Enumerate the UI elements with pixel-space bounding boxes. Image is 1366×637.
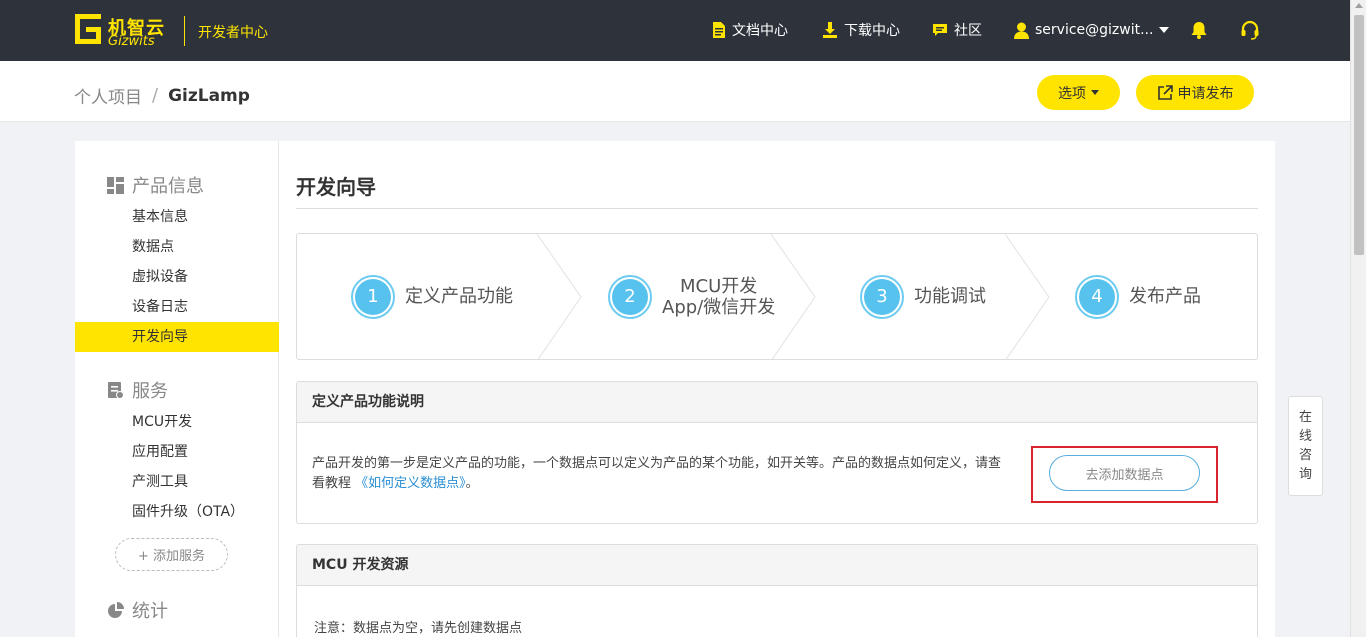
sidebar-item-virtual-device[interactable]: 虚拟设备 (75, 262, 279, 292)
scroll-thumb[interactable] (1354, 15, 1364, 255)
dashboard-icon (107, 176, 124, 194)
page-title: 开发向导 (296, 175, 376, 199)
top-navbar: 机智云 Gizwits 开发者中心 文档中心 下载中心 社区 service@g… (0, 0, 1350, 61)
step-3-label: 功能调试 (914, 286, 986, 307)
nav-community-label: 社区 (954, 23, 982, 39)
download-icon (823, 22, 837, 38)
publish-label: 申请发布 (1177, 85, 1234, 102)
user-icon (1014, 22, 1029, 39)
mcu-resources-card: MCU 开发资源 注意：数据点为空，请先创建数据点 (296, 544, 1258, 637)
logo-divider (184, 16, 185, 46)
nav-docs[interactable]: 文档中心 (712, 20, 788, 40)
gizwits-logo-icon (75, 14, 101, 44)
sidebar: 产品信息 基本信息 数据点 虚拟设备 设备日志 开发向导 服务 MCU开发 应用… (75, 141, 279, 637)
gizwits-logo[interactable]: 机智云 Gizwits (74, 12, 174, 49)
external-link-icon (1157, 84, 1173, 100)
options-button[interactable]: 选项 (1037, 75, 1120, 110)
sidebar-section-product: 产品信息 (107, 172, 204, 198)
nav-community[interactable]: 社区 (932, 20, 982, 40)
nav-docs-label: 文档中心 (732, 23, 788, 39)
tutorial-link[interactable]: 《如何定义数据点》 (355, 476, 466, 491)
sidebar-section-service-title: 服务 (132, 381, 168, 402)
step-2[interactable]: 2 MCU开发 App/微信开发 (608, 234, 775, 359)
step-4[interactable]: 4 发布产品 (1075, 234, 1201, 359)
project-header: 个人项目 / GizLamp 选项 申请发布 (0, 61, 1350, 122)
scroll-up-arrow-icon[interactable] (1355, 3, 1363, 8)
add-service-button[interactable]: + 添加服务 (115, 538, 228, 571)
step-3-badge: 3 (860, 274, 904, 319)
step-4-label: 发布产品 (1129, 286, 1201, 307)
sidebar-item-ota[interactable]: 固件升级（OTA） (75, 497, 279, 527)
options-label: 选项 (1058, 85, 1086, 102)
sidebar-item-test-tool[interactable]: 产测工具 (75, 467, 279, 497)
document-icon (713, 22, 725, 38)
sidebar-item-device-log[interactable]: 设备日志 (75, 292, 279, 322)
breadcrumb-current: GizLamp (168, 85, 250, 106)
define-function-description: 产品开发的第一步是定义产品的功能，一个数据点可以定义为产品的某个功能，如开关等。… (312, 456, 1002, 491)
title-divider (296, 208, 1258, 209)
step-2-label: MCU开发 App/微信开发 (662, 275, 776, 318)
service-icon (108, 382, 124, 399)
define-function-card: 定义产品功能说明 产品开发的第一步是定义产品的功能，一个数据点可以定义为产品的某… (296, 381, 1258, 524)
developer-center-label[interactable]: 开发者中心 (198, 22, 268, 42)
online-consult-button[interactable]: 在 线 咨 询 (1288, 396, 1323, 496)
step-4-badge: 4 (1075, 274, 1119, 319)
sidebar-item-mcu-dev[interactable]: MCU开发 (75, 407, 279, 437)
breadcrumb-separator: / (152, 85, 159, 106)
sidebar-item-dev-guide[interactable]: 开发向导 (75, 322, 279, 352)
add-datapoint-button[interactable]: 去添加数据点 (1049, 455, 1200, 491)
step-2-badge: 2 (608, 274, 652, 319)
user-menu[interactable]: service@gizwit... (1014, 20, 1170, 40)
step-1-badge: 1 (351, 274, 395, 319)
sidebar-section-stats: 统计 (107, 597, 168, 623)
user-email: service@gizwit... (1035, 22, 1154, 38)
bell-icon[interactable] (1190, 21, 1208, 39)
mcu-resources-heading: MCU 开发资源 (297, 545, 1257, 586)
sidebar-item-datapoints[interactable]: 数据点 (75, 232, 279, 262)
sidebar-section-stats-title: 统计 (132, 601, 168, 622)
nav-download-label: 下载中心 (844, 23, 900, 39)
empty-datapoint-note: 注意：数据点为空，请先创建数据点 (314, 621, 523, 636)
publish-button[interactable]: 申请发布 (1136, 75, 1254, 110)
headset-icon[interactable] (1240, 20, 1260, 40)
nav-download[interactable]: 下载中心 (822, 20, 900, 40)
chat-icon (933, 23, 947, 36)
caret-down-icon (1091, 90, 1099, 95)
define-function-heading: 定义产品功能说明 (297, 382, 1257, 423)
sidebar-section-service: 服务 (107, 377, 168, 403)
page-scrollbar[interactable] (1350, 0, 1366, 637)
breadcrumb-parent[interactable]: 个人项目 (74, 83, 142, 108)
sidebar-item-basic-info[interactable]: 基本信息 (75, 202, 279, 232)
step-wizard: 1 定义产品功能 2 MCU开发 App/微信开发 3 功能调试 4 发布产品 (296, 233, 1258, 360)
breadcrumb: 个人项目 / GizLamp (74, 83, 250, 108)
step-1-label: 定义产品功能 (405, 286, 513, 307)
caret-down-icon (1159, 27, 1170, 33)
sidebar-item-app-config[interactable]: 应用配置 (75, 437, 279, 467)
main-panel: 产品信息 基本信息 数据点 虚拟设备 设备日志 开发向导 服务 MCU开发 应用… (75, 141, 1275, 637)
step-1[interactable]: 1 定义产品功能 (351, 234, 513, 359)
logo-text-en: Gizwits (108, 34, 155, 49)
pie-chart-icon (108, 601, 124, 618)
step-3[interactable]: 3 功能调试 (860, 234, 986, 359)
sidebar-section-product-title: 产品信息 (132, 176, 204, 197)
